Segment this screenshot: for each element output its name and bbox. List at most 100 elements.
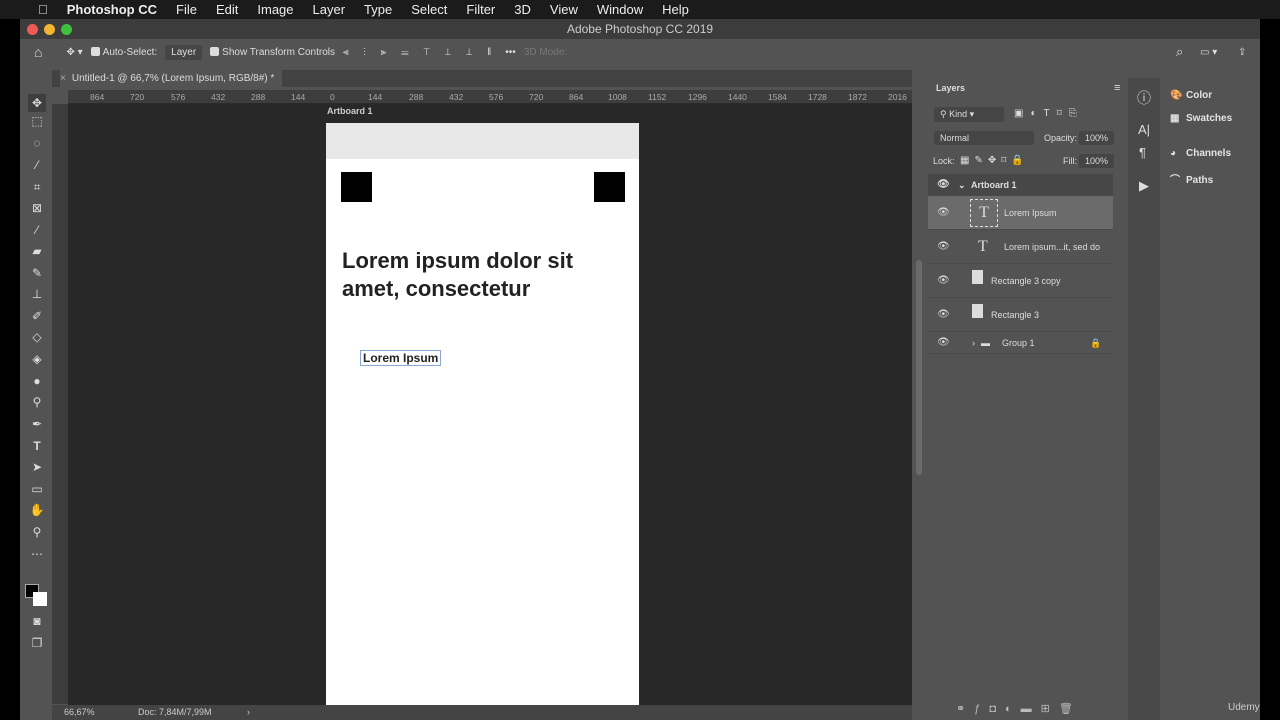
- type-tool-icon[interactable]: T: [28, 437, 46, 455]
- layer-lorem-ipsum[interactable]: 👁 T Lorem Ipsum: [928, 196, 1113, 230]
- filter-icons[interactable]: ▣◐T⌑⎘: [1014, 108, 1084, 119]
- layer-rectangle-3[interactable]: 👁 Rectangle 3: [928, 298, 1113, 332]
- marquee-tool-icon[interactable]: ⬚: [28, 112, 46, 130]
- close-window-button[interactable]: [27, 24, 38, 35]
- rectangle-tool-icon[interactable]: ▭: [28, 480, 46, 498]
- menu-file[interactable]: File: [176, 2, 197, 17]
- share-icon[interactable]: ⇪: [1238, 47, 1246, 58]
- show-transform-checkbox[interactable]: Show Transform Controls: [210, 47, 335, 58]
- menu-edit[interactable]: Edit: [216, 2, 238, 17]
- eraser-icon[interactable]: ◇: [28, 328, 46, 346]
- align-icons[interactable]: ⫷ ⫶ ⫸ ☰ ⊤ ⊥ ⊥ ‖: [343, 47, 497, 58]
- menu-view[interactable]: View: [550, 2, 578, 17]
- brush-tool-icon[interactable]: ✎: [28, 264, 46, 282]
- artboard-label[interactable]: Artboard 1: [327, 106, 373, 116]
- rectangle-3-copy[interactable]: [594, 172, 625, 202]
- panel-channels[interactable]: ◕ Channels: [1170, 148, 1231, 159]
- eye-icon[interactable]: 👁: [937, 174, 950, 196]
- blur-tool-icon[interactable]: ●: [28, 372, 46, 390]
- character-icon[interactable]: A|: [1138, 122, 1150, 137]
- document-tab[interactable]: × Untitled-1 @ 66,7% (Lorem Ipsum, RGB/8#…: [60, 70, 283, 87]
- lock-icons[interactable]: ▦✎✥⌑🔒: [960, 155, 1029, 166]
- lasso-tool-icon[interactable]: ◌: [28, 134, 46, 152]
- history-brush-icon[interactable]: ✐: [28, 307, 46, 325]
- zoom-tool-icon[interactable]: ⚲: [28, 523, 46, 541]
- eye-icon[interactable]: 👁: [937, 196, 950, 230]
- heading-text[interactable]: Lorem ipsum dolor sit amet, consectetur: [342, 247, 632, 303]
- auto-select-dropdown[interactable]: Layer: [165, 44, 203, 60]
- more-button[interactable]: •••: [505, 47, 516, 58]
- selected-text-layer[interactable]: Lorem Ipsum: [360, 350, 442, 366]
- menu-3d[interactable]: 3D: [514, 2, 531, 17]
- eyedropper-icon[interactable]: ⁄: [28, 221, 46, 239]
- panel-menu-icon[interactable]: ≡: [1114, 82, 1120, 94]
- stamp-tool-icon[interactable]: ⊥: [28, 285, 46, 303]
- blend-mode-dropdown[interactable]: Normal: [934, 131, 1034, 145]
- eye-icon[interactable]: 👁: [937, 264, 950, 298]
- opacity-label: Opacity:: [1044, 133, 1078, 143]
- menu-app[interactable]: Photoshop CC: [67, 2, 157, 17]
- panel-paths[interactable]: ⌒ Paths: [1170, 171, 1213, 186]
- layer-group-1[interactable]: 👁 › ▬ Group 1 🔒: [928, 332, 1113, 354]
- crop-tool-icon[interactable]: ⌗: [28, 178, 46, 196]
- eye-icon[interactable]: 👁: [937, 298, 950, 332]
- chevron-down-icon[interactable]: ⌄: [958, 174, 966, 196]
- chevron-right-icon[interactable]: ›: [972, 332, 975, 354]
- hand-tool-icon[interactable]: ✋: [28, 501, 46, 519]
- menu-image[interactable]: Image: [257, 2, 293, 17]
- screen-mode-icon[interactable]: ❐: [28, 634, 46, 652]
- layer-lorem-ipsum-body[interactable]: 👁 T Lorem ipsum...it, sed do: [928, 230, 1113, 264]
- menu-select[interactable]: Select: [411, 2, 447, 17]
- artboard[interactable]: Lorem ipsum dolor sit amet, consectetur …: [326, 123, 639, 705]
- apple-icon[interactable]: : [38, 2, 48, 17]
- close-tab-icon[interactable]: ×: [60, 73, 66, 84]
- header-band: [326, 123, 639, 159]
- menu-window[interactable]: Window: [597, 2, 643, 17]
- eye-icon[interactable]: 👁: [937, 332, 950, 354]
- frame-tool-icon[interactable]: ⊠: [28, 199, 46, 217]
- home-icon[interactable]: ⌂: [34, 44, 42, 60]
- auto-select-checkbox[interactable]: Auto-Select:: [90, 47, 157, 58]
- path-selection-icon[interactable]: ➤: [28, 458, 46, 476]
- fill-label: Fill:: [1063, 156, 1077, 166]
- pen-tool-icon[interactable]: ✒: [28, 415, 46, 433]
- info-icon[interactable]: ⓘ: [1137, 88, 1151, 108]
- filter-kind-dropdown[interactable]: ⚲ Kind ▾: [934, 107, 1004, 122]
- minimize-window-button[interactable]: [44, 24, 55, 35]
- vertical-scrollbar[interactable]: [916, 260, 922, 475]
- maximize-window-button[interactable]: [61, 24, 72, 35]
- rectangle-3[interactable]: [341, 172, 372, 202]
- layer-rectangle-3-copy[interactable]: 👁 Rectangle 3 copy: [928, 264, 1113, 298]
- healing-brush-icon[interactable]: ▰: [28, 242, 46, 260]
- menu-type[interactable]: Type: [364, 2, 392, 17]
- eye-icon[interactable]: 👁: [937, 230, 950, 264]
- dodge-tool-icon[interactable]: ⚲: [28, 393, 46, 411]
- magic-wand-icon[interactable]: ⁄: [28, 156, 46, 174]
- panel-color[interactable]: 🎨 Color: [1170, 90, 1212, 101]
- paragraph-icon[interactable]: ¶: [1139, 145, 1146, 160]
- move-tool-icon[interactable]: ✥ ▾: [66, 47, 82, 58]
- more-tools-icon[interactable]: ⋯: [28, 545, 46, 563]
- lock-label: Lock:: [933, 156, 955, 166]
- background-color[interactable]: [33, 592, 47, 606]
- menu-filter[interactable]: Filter: [466, 2, 495, 17]
- status-arrow-icon[interactable]: ›: [247, 705, 250, 720]
- quick-mask-icon[interactable]: ◙: [28, 612, 46, 630]
- ruler-tick: 720: [529, 92, 544, 102]
- ruler-tick: 1296: [688, 92, 707, 102]
- actions-play-icon[interactable]: ▶: [1139, 178, 1149, 194]
- paint-bucket-icon[interactable]: ◈: [28, 350, 46, 368]
- fill-field[interactable]: 100%: [1079, 154, 1115, 168]
- search-icon[interactable]: ⌕: [1176, 44, 1183, 60]
- menu-layer[interactable]: Layer: [313, 2, 346, 17]
- layer-artboard-1[interactable]: 👁 ⌄ Artboard 1: [928, 174, 1113, 196]
- panel-swatches[interactable]: ▦ Swatches: [1170, 113, 1232, 124]
- menu-help[interactable]: Help: [662, 2, 689, 17]
- ruler-tick: 288: [251, 92, 266, 102]
- tab-layers[interactable]: Layers: [928, 78, 978, 98]
- opacity-field[interactable]: 100%: [1079, 131, 1115, 145]
- workspace-icon[interactable]: ▭ ▾: [1200, 47, 1217, 58]
- move-tool-icon[interactable]: ✥: [28, 94, 46, 112]
- layer-actions[interactable]: ⚭ƒ◘◐▬⊞🗑: [956, 702, 1082, 715]
- zoom-level[interactable]: 66,67%: [64, 705, 95, 720]
